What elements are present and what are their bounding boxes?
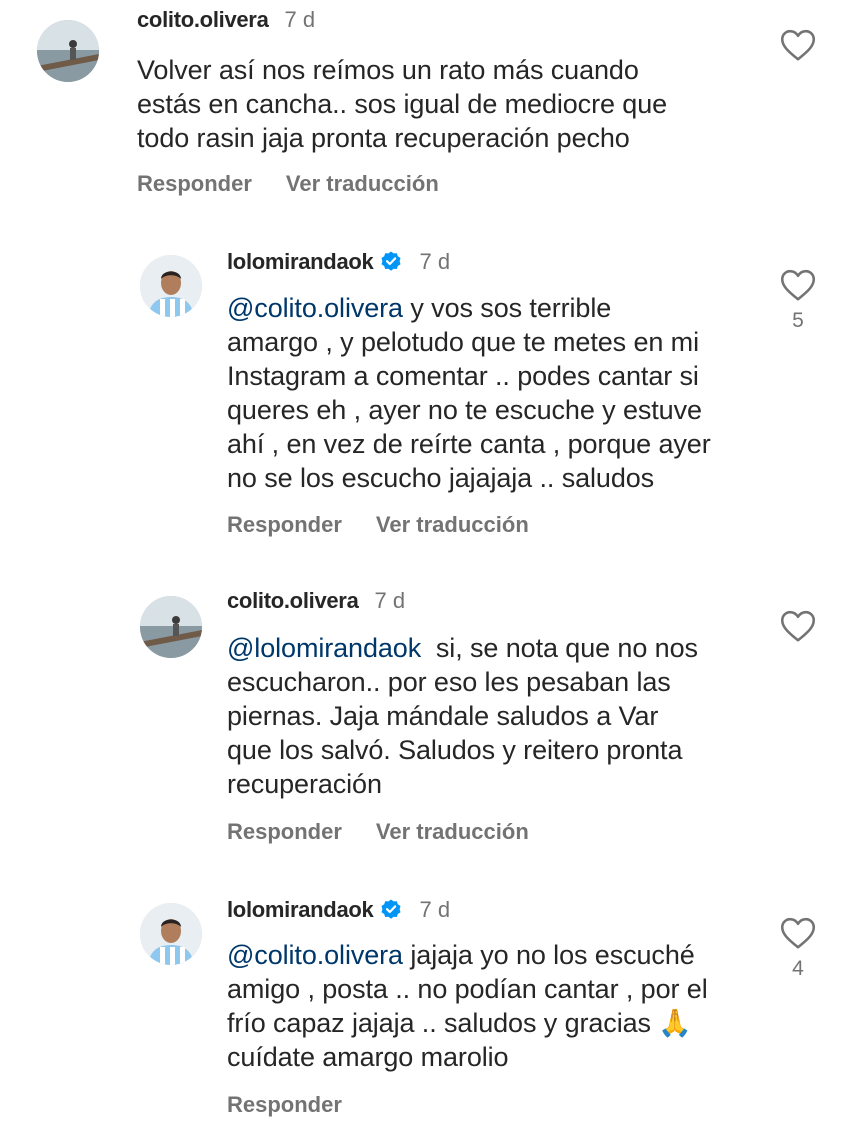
comment-line: todo rasin jaja pronta recuperación pech… [137,123,630,153]
username[interactable]: colito.olivera [137,6,269,34]
avatar-colito-olivera[interactable] [37,20,99,82]
comment-text: Volver así nos reímos un rato más cuando… [137,53,667,155]
mention-link[interactable]: @colito.olivera [227,293,403,323]
comment-line: @colito.olivera y vos sos terrible [227,291,711,325]
comment-line-text: jajaja yo no los escuché [402,940,695,970]
see-translation-button[interactable]: Ver traducción [376,511,529,539]
comment-actions: Responder [227,1091,342,1119]
reply-button[interactable]: Responder [137,170,252,198]
comment-line: piernas. Jaja mándale saludos a Var [227,701,659,731]
like-button[interactable] [778,609,818,643]
comment-actions: Responder Ver traducción [227,818,529,846]
avatar-colito-olivera[interactable] [140,596,202,658]
timestamp: 7 d [374,588,406,613]
comment-line: que los salvó. Saludos y reitero pronta [227,735,683,765]
comment-line: recuperación [227,769,382,799]
comment-line: amigo , posta .. no podían cantar , por … [227,974,708,1004]
like-count: 4 [792,957,804,980]
comment-header: colito.olivera 7 d [227,587,405,615]
comment-line-text: y vos sos terrible [402,293,612,323]
comment-line: cuídate amargo marolio [227,1042,509,1072]
comment-line: @lolomirandaok si, se nota que no nos [227,631,698,665]
reply-button[interactable]: Responder [227,511,342,539]
comment-line: queres eh , ayer no te escuche y estuve [227,395,702,425]
like-count: 5 [792,309,804,332]
comment-line: frío capaz jajaja .. saludos y gracias 🙏 [227,1008,692,1038]
comment-line: escucharon.. por eso les pesaban las [227,667,671,697]
comment-text: @colito.olivera jajaja yo no los escuché… [227,938,708,1074]
timestamp: 7 d [419,897,451,922]
reply-button[interactable]: Responder [227,818,342,846]
username[interactable]: colito.olivera [227,587,359,615]
see-translation-button[interactable]: Ver traducción [376,818,529,846]
timestamp: 7 d [284,7,316,32]
avatar-lolomirandaok[interactable] [140,903,202,965]
avatar-lolomirandaok[interactable] [140,255,202,317]
username[interactable]: lolomirandaok [227,248,374,276]
see-translation-button[interactable]: Ver traducción [286,170,439,198]
comment-line: @colito.olivera jajaja yo no los escuché [227,938,708,972]
comment-actions: Responder Ver traducción [137,170,439,198]
comment-text: @lolomirandaok si, se nota que no nos es… [227,631,698,801]
comment-text: @colito.olivera y vos sos terrible amarg… [227,291,711,495]
comment-line: estás en cancha.. sos igual de mediocre … [137,89,668,119]
like-button[interactable]: 4 [778,916,818,982]
comment-line: Volver así nos reímos un rato más cuando [137,55,639,85]
username[interactable]: lolomirandaok [227,896,374,924]
comment-header: colito.olivera 7 d [137,6,315,34]
like-button[interactable]: 5 [778,268,818,334]
comment-line-text: si, se nota que no nos [421,633,698,663]
timestamp: 7 d [419,249,451,274]
comment-header: lolomirandaok 7 d [227,245,450,276]
verified-badge-icon [381,251,401,271]
heart-outline-icon [780,610,816,642]
like-button[interactable] [778,28,818,62]
comment-line: Instagram a comentar .. podes cantar si [227,361,699,391]
mention-link[interactable]: @lolomirandaok [227,633,421,663]
heart-outline-icon [780,917,816,949]
heart-outline-icon [780,269,816,301]
reply-button[interactable]: Responder [227,1091,342,1119]
comment-actions: Responder Ver traducción [227,511,529,539]
comment-header: lolomirandaok 7 d [227,893,450,924]
comment-line: no se los escucho jajajaja .. saludos [227,463,655,493]
comment-line: ahí , en vez de reírte canta , porque ay… [227,429,711,459]
mention-link[interactable]: @colito.olivera [227,940,403,970]
heart-outline-icon [780,29,816,61]
verified-badge-icon [381,899,401,919]
comment-line: amargo , y pelotudo que te metes en mi [227,327,699,357]
